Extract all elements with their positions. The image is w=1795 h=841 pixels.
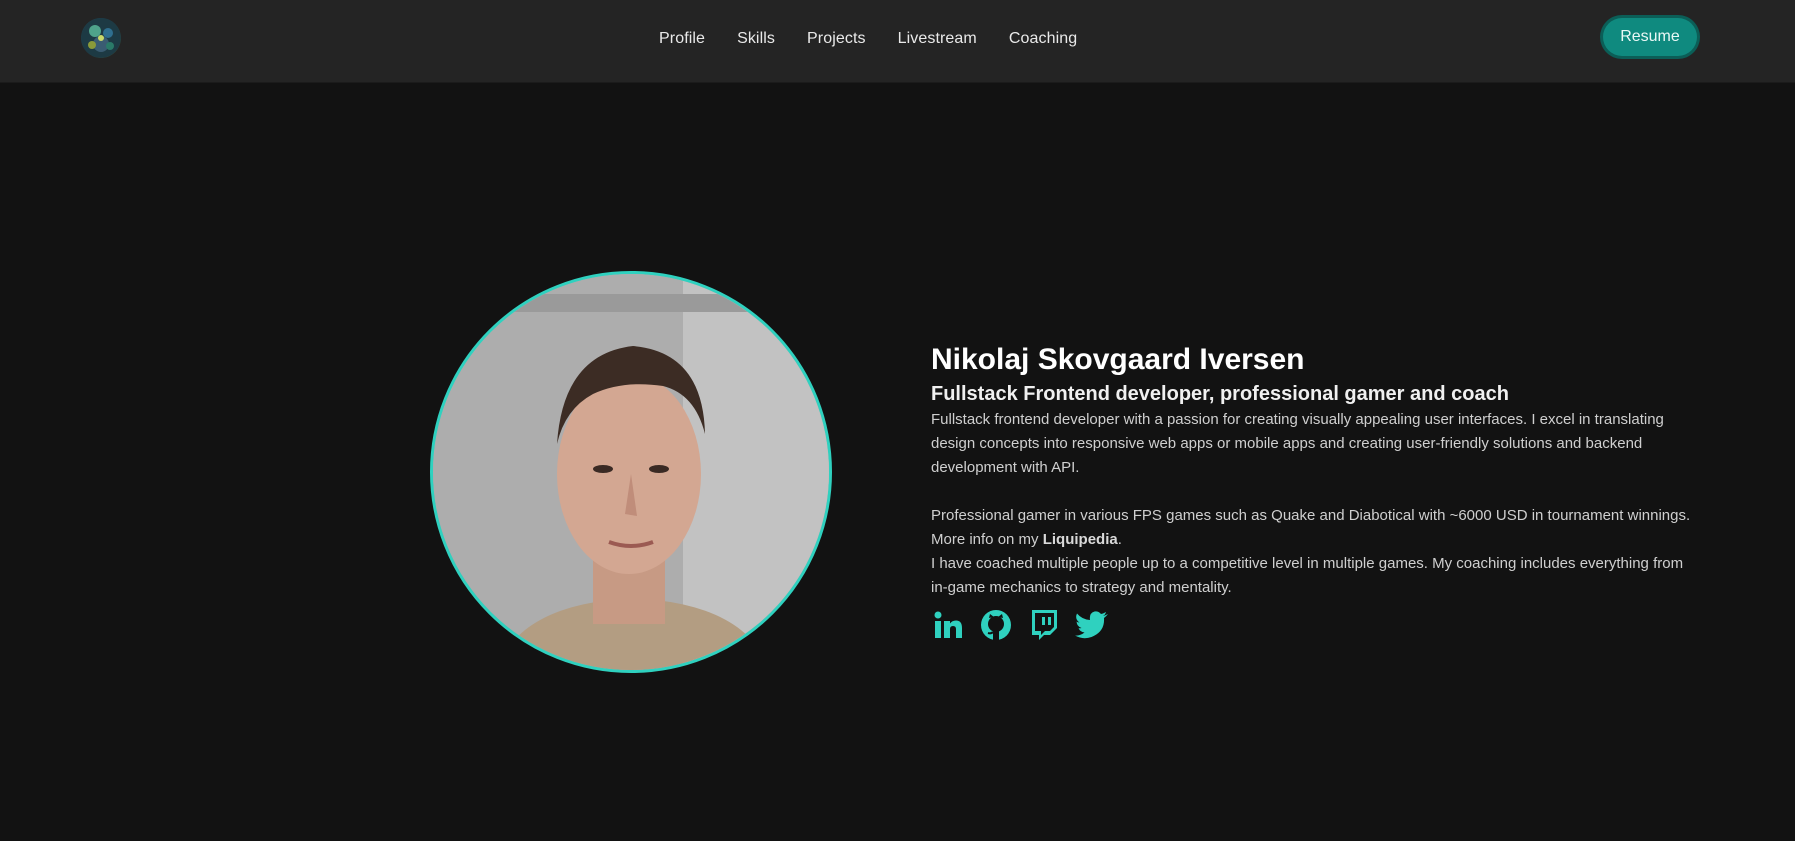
github-link[interactable] xyxy=(979,608,1013,642)
resume-button[interactable]: Resume xyxy=(1603,18,1697,56)
twitch-link[interactable] xyxy=(1027,608,1061,642)
nav-link-livestream[interactable]: Livestream xyxy=(882,30,993,48)
profile-name: Nikolaj Skovgaard Iversen xyxy=(931,343,1305,376)
nav-link-profile[interactable]: Profile xyxy=(643,30,721,48)
profile-photo-illustration xyxy=(433,274,829,670)
bio-coaching: I have coached multiple people up to a c… xyxy=(931,555,1684,596)
nav-link-skills[interactable]: Skills xyxy=(721,30,791,48)
intro-section: Nikolaj Skovgaard Iversen Fullstack Fron… xyxy=(931,340,1691,642)
more-info-suffix: . xyxy=(1117,531,1122,548)
twitter-icon xyxy=(1075,611,1108,639)
liquipedia-link[interactable]: Liquipedia xyxy=(1043,531,1118,548)
github-icon xyxy=(981,610,1011,640)
twitter-link[interactable] xyxy=(1075,608,1109,642)
more-info-prefix: More info on my xyxy=(931,531,1043,548)
logo-icon xyxy=(81,18,121,58)
profile-photo xyxy=(430,271,832,673)
twitch-icon xyxy=(1032,610,1057,640)
linkedin-link[interactable] xyxy=(931,608,965,642)
bio-spacer xyxy=(931,480,1691,504)
site-logo[interactable] xyxy=(81,18,121,58)
social-links xyxy=(931,608,1691,642)
profile-tagline: Fullstack Frontend developer, profession… xyxy=(931,383,1509,405)
top-navbar: Profile Skills Projects Livestream Coach… xyxy=(0,0,1795,83)
bio-gamer: Professional gamer in various FPS games … xyxy=(931,507,1691,524)
nav-link-projects[interactable]: Projects xyxy=(791,30,882,48)
bio-more-info: More info on my Liquipedia. xyxy=(931,528,1691,552)
linkedin-icon xyxy=(934,611,962,638)
bio-developer: Fullstack frontend developer with a pass… xyxy=(931,411,1664,476)
nav-links: Profile Skills Projects Livestream Coach… xyxy=(643,0,1093,77)
nav-link-coaching[interactable]: Coaching xyxy=(993,30,1093,48)
